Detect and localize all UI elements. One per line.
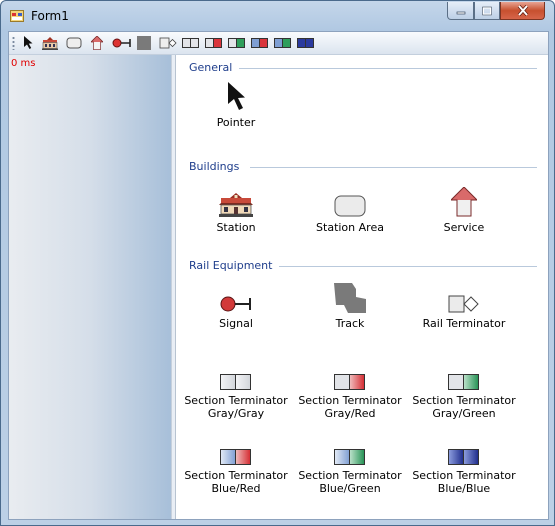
- section-terminator-icon: [448, 374, 479, 390]
- toolbox-item-station[interactable]: Station: [181, 187, 291, 234]
- toolbar: [9, 32, 548, 55]
- signal-icon: [220, 296, 251, 312]
- toolbox-item-section-terminator-gray-red[interactable]: Section Terminator Gray/Red: [295, 360, 405, 420]
- section-terminator-gray-red-tool[interactable]: [205, 35, 223, 51]
- toolbox-panel: General Pointer Buildings Station Statio…: [175, 55, 548, 519]
- toolbox-item-track[interactable]: Track: [295, 283, 405, 330]
- toolbox-item-section-terminator-blue-green[interactable]: Section Terminator Blue/Green: [295, 435, 405, 495]
- section-terminator-gray-gray-tool[interactable]: [182, 35, 200, 51]
- track-tool[interactable]: [136, 35, 152, 51]
- section-terminator-icon: [448, 449, 479, 465]
- maximize-button[interactable]: [474, 2, 500, 20]
- toolbox-item-label: Signal: [219, 317, 253, 330]
- toolbox-item-label: Service: [443, 221, 485, 234]
- toolbox-item-section-terminator-gray-green[interactable]: Section Terminator Gray/Green: [409, 360, 519, 420]
- group-header-rail-equipment[interactable]: Rail Equipment: [189, 259, 272, 272]
- maximize-icon: [482, 6, 492, 15]
- close-icon: [517, 5, 528, 16]
- toolbox-item-service[interactable]: Service: [409, 187, 519, 234]
- rail-terminator-tool[interactable]: [159, 35, 177, 51]
- signal-icon: [112, 38, 131, 48]
- signal-tool[interactable]: [112, 35, 132, 51]
- rail-terminator-icon: [448, 295, 479, 313]
- section-terminator-icon: [297, 38, 314, 48]
- toolbox-item-label: Track: [335, 317, 365, 330]
- toolbar-grip[interactable]: [12, 36, 15, 50]
- toolbox-item-rail-terminator[interactable]: Rail Terminator: [409, 283, 519, 330]
- station-icon: [42, 36, 58, 50]
- section-terminator-blue-blue-tool[interactable]: [297, 35, 315, 51]
- toolbox-item-signal[interactable]: Signal: [181, 283, 291, 330]
- station-icon: [219, 193, 253, 217]
- toolbox-item-section-terminator-blue-red[interactable]: Section Terminator Blue/Red: [181, 435, 291, 495]
- toolbox-item-section-terminator-gray-gray[interactable]: Section Terminator Gray/Gray: [181, 360, 291, 420]
- section-terminator-icon: [274, 38, 291, 48]
- station-area-icon: [334, 195, 366, 217]
- toolbox-item-label: Section Terminator Blue/Red: [184, 469, 288, 495]
- track-icon: [137, 36, 151, 50]
- section-terminator-icon: [182, 38, 199, 48]
- group-divider: [279, 266, 537, 267]
- section-terminator-icon: [251, 38, 268, 48]
- minimize-button[interactable]: [447, 2, 474, 20]
- section-terminator-icon: [334, 374, 365, 390]
- client-area: 0 ms General Pointer Buildings Station S…: [8, 31, 549, 520]
- service-tool[interactable]: [89, 35, 105, 51]
- station-tool[interactable]: [42, 35, 58, 51]
- section-terminator-icon: [220, 374, 251, 390]
- group-divider: [250, 167, 537, 168]
- station-area-tool[interactable]: [66, 35, 82, 51]
- toolbox-item-label: Station: [216, 221, 256, 234]
- station-area-icon: [66, 37, 82, 49]
- section-terminator-blue-red-tool[interactable]: [251, 35, 269, 51]
- section-terminator-icon: [205, 38, 222, 48]
- close-button[interactable]: [500, 2, 545, 20]
- track-icon: [334, 283, 366, 313]
- section-terminator-icon: [334, 449, 365, 465]
- toolbox-item-label: Section Terminator Blue/Blue: [412, 469, 516, 495]
- toolbox-item-label: Section Terminator Blue/Green: [298, 469, 402, 495]
- pointer-tool[interactable]: [21, 35, 37, 51]
- section-terminator-blue-green-tool[interactable]: [274, 35, 292, 51]
- toolbox-item-section-terminator-blue-blue[interactable]: Section Terminator Blue/Blue: [409, 435, 519, 495]
- canvas-panel[interactable]: 0 ms: [9, 55, 171, 519]
- service-icon: [91, 36, 103, 50]
- app-icon: [10, 10, 24, 22]
- rail-terminator-icon: [159, 37, 177, 49]
- toolbox-item-pointer[interactable]: Pointer: [181, 82, 291, 129]
- minimize-icon: [456, 11, 465, 14]
- section-terminator-gray-green-tool[interactable]: [228, 35, 246, 51]
- window-title: Form1: [31, 9, 69, 23]
- group-header-general[interactable]: General: [189, 61, 232, 74]
- title-bar[interactable]: Form1: [1, 1, 554, 31]
- toolbox-item-station-area[interactable]: Station Area: [295, 187, 405, 234]
- toolbox-item-label: Rail Terminator: [422, 317, 506, 330]
- group-divider: [239, 68, 537, 69]
- form1-window: Form1 0 ms General Pointer Buildings Sta…: [0, 0, 555, 526]
- toolbox-item-label: Section Terminator Gray/Red: [298, 394, 402, 420]
- toolbox-item-label: Section Terminator Gray/Green: [412, 394, 516, 420]
- section-terminator-icon: [220, 449, 251, 465]
- toolbox-item-label: Section Terminator Gray/Gray: [184, 394, 288, 420]
- pointer-icon: [24, 36, 33, 49]
- elapsed-time-label: 0 ms: [11, 58, 36, 69]
- pointer-icon: [228, 82, 245, 110]
- section-terminator-icon: [228, 38, 245, 48]
- service-icon: [451, 187, 477, 217]
- toolbox-item-label: Station Area: [316, 221, 384, 234]
- group-header-buildings[interactable]: Buildings: [189, 160, 239, 173]
- toolbox-item-label: Pointer: [216, 116, 256, 129]
